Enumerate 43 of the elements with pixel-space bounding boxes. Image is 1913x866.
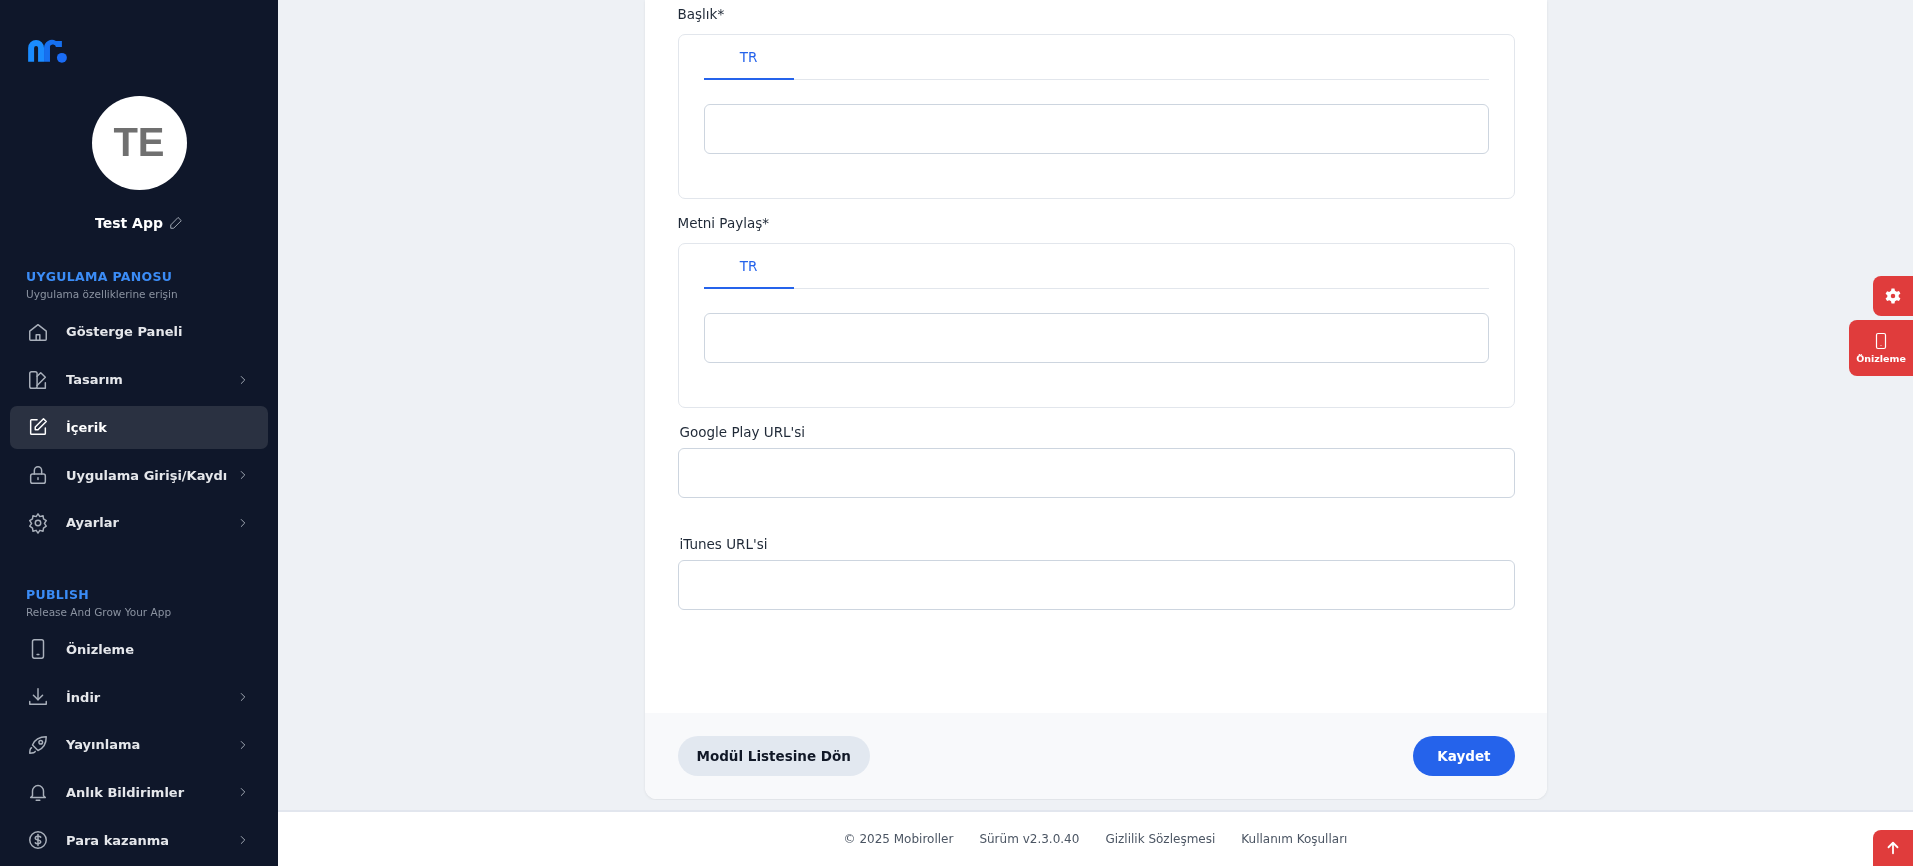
- url-input[interactable]: [677, 560, 1515, 610]
- sidebar-item[interactable]: Anlık Bildirimler: [10, 770, 268, 815]
- swatch-icon: [27, 368, 49, 391]
- sidebar-item[interactable]: İçerik: [10, 405, 268, 450]
- gear-icon: [27, 511, 49, 534]
- sidebar-item[interactable]: Para kazanma: [10, 818, 268, 862]
- sidebar-item[interactable]: Önizleme: [10, 627, 268, 672]
- sidebar-item[interactable]: Yayınlama: [10, 722, 268, 767]
- copyright-text: © 2025 Mobiroller: [843, 832, 954, 846]
- preview-button[interactable]: Önizleme: [1849, 320, 1913, 376]
- scroll-top-button[interactable]: [1873, 830, 1913, 866]
- logo-icon: [26, 38, 70, 66]
- save-button[interactable]: Kaydet: [1413, 736, 1515, 776]
- dollar-icon: [27, 829, 49, 852]
- sidebar-item[interactable]: İndir: [10, 675, 268, 719]
- field-label: Google Play URL'si: [678, 424, 807, 440]
- section-title: UYGULAMA PANOSU: [26, 269, 174, 285]
- app-name: Test App: [95, 215, 163, 232]
- sidebar-item[interactable]: Ayarlar: [10, 500, 268, 545]
- lock-icon: [27, 464, 49, 487]
- sidebar-item[interactable]: Gösterge Paneli: [10, 310, 268, 354]
- rocket-icon: [27, 733, 49, 756]
- language-tab[interactable]: TR: [703, 35, 794, 80]
- text-input[interactable]: [703, 313, 1489, 363]
- field-label: Metni Paylaş*: [677, 215, 770, 231]
- language-tab[interactable]: TR: [703, 244, 794, 289]
- section-subtitle: Release And Grow Your App: [26, 605, 173, 618]
- avatar: TE: [91, 95, 187, 191]
- footer-link[interactable]: Gizlilik Sözleşmesi: [1105, 832, 1216, 846]
- settings-button[interactable]: [1873, 276, 1913, 316]
- pencil-icon: [169, 216, 183, 231]
- sidebar-item[interactable]: Uygulama Girişi/Kaydı: [10, 453, 268, 497]
- section-subtitle: Uygulama özelliklerine erişin: [26, 288, 179, 301]
- field-label: Başlık*: [677, 6, 726, 22]
- back-button[interactable]: Modül Listesine Dön: [677, 736, 870, 776]
- version-text: Sürüm v2.3.0.40: [979, 832, 1080, 846]
- text-input[interactable]: [703, 104, 1489, 154]
- gear-icon: [1884, 287, 1902, 305]
- field-label: iTunes URL'si: [678, 536, 769, 552]
- footer-link[interactable]: Kullanım Koşulları: [1241, 832, 1348, 846]
- url-input[interactable]: [677, 448, 1515, 498]
- section-title: PUBLISH: [26, 586, 91, 602]
- sidebar-item[interactable]: Tasarım: [10, 357, 268, 402]
